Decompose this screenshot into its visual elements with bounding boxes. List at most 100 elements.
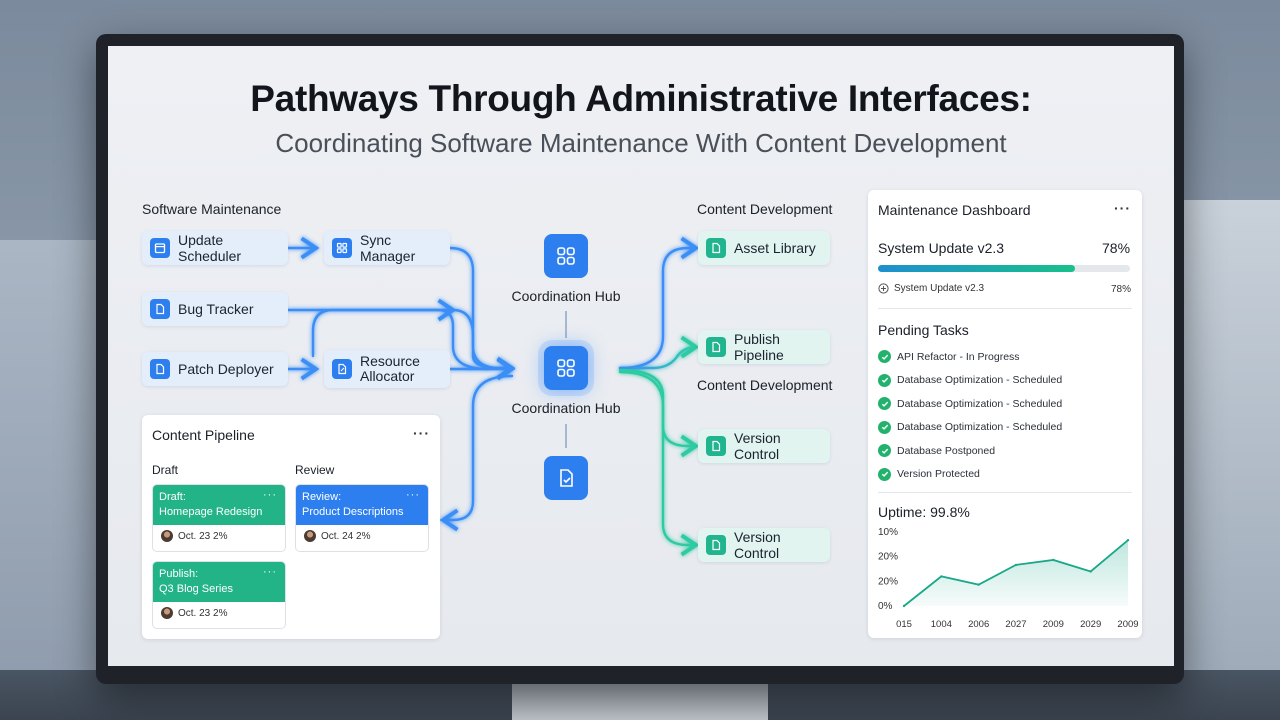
node-asset-library[interactable]: Asset Library [698,231,830,265]
pending-task-item[interactable]: Version Protected [878,467,980,481]
x-tick-label: 2029 [1080,619,1101,630]
avatar [304,530,316,542]
card-more-icon[interactable]: ··· [263,488,277,503]
divider [878,308,1132,309]
link-sync-to-hub [448,246,516,380]
monitor-screen: Pathways Through Administrative Interfac… [108,46,1174,666]
card-footer: Oct. 23 2% [153,525,285,547]
hub-label-top: Coordination Hub [511,288,621,304]
card-header: Review: Product Descriptions ··· [296,485,428,525]
calendar-icon [150,238,170,258]
node-patch-deployer[interactable]: Patch Deployer [142,352,288,386]
update-sub-percent: 78% [1111,284,1132,295]
check-circle-icon [878,420,891,434]
document-icon [706,535,726,555]
node-label: Patch Deployer [178,361,274,377]
update-name: System Update v2.3 [878,240,1005,256]
coordination-hub-center[interactable] [544,346,588,390]
node-label: Update Scheduler [178,232,242,264]
task-label: Version Protected [897,468,980,480]
card-date: Oct. 24 2% [321,530,371,542]
avatar [161,607,173,619]
uptime-chart: 0% 20% 20% 10% 015 1004 2006 2027 2009 2029 2009 [878,527,1138,630]
node-label: Version Control [734,529,781,561]
pipeline-card-draft[interactable]: Draft: Homepage Redesign ··· Oct. 23 2% [152,484,286,552]
node-update-scheduler[interactable]: Update Scheduler [142,231,288,265]
check-circle-icon [878,350,891,363]
update-progress-bar [878,265,1130,272]
room-wall-left [0,240,110,720]
node-sync-manager[interactable]: Sync Manager [324,231,450,265]
link-hub-to-version-2 [618,370,700,557]
hub-label-center: Coordination Hub [511,400,621,416]
uptime-point [977,583,980,586]
apps-icon [557,247,575,265]
node-publish-pipeline[interactable]: Publish Pipeline [698,330,830,364]
node-label: Resource Allocator [360,353,420,384]
task-label: API Refactor - In Progress [897,350,1020,363]
uptime-point [1014,563,1018,567]
node-label: Asset Library [734,240,816,256]
panel-title: Content Pipeline [152,427,255,443]
node-resource-allocator[interactable]: Resource Allocator [324,350,450,388]
card-name: Homepage Redesign [159,506,263,518]
check-circle-icon [878,467,891,481]
apps-icon [557,359,575,377]
info-icon [878,283,889,294]
pipeline-card-review[interactable]: Review: Product Descriptions ··· Oct. 24… [295,484,429,552]
card-stage: Review: [302,491,342,503]
card-name: Q3 Blog Series [159,583,233,595]
update-percent: 78% [1102,240,1131,256]
y-tick-label: 0% [878,601,893,612]
x-tick-label: 2027 [1005,619,1026,630]
document-icon [706,436,726,456]
document-icon [150,299,170,319]
uptime-point [1052,558,1055,562]
node-version-control-2[interactable]: Version Control [698,528,830,562]
card-more-icon[interactable]: ··· [406,488,420,503]
link-bug-to-hub [451,308,514,370]
document-icon [150,359,170,379]
node-bug-tracker[interactable]: Bug Tracker [142,292,288,326]
card-name: Product Descriptions [302,506,404,518]
x-tick-label: 015 [896,619,912,630]
check-circle-icon [878,397,891,410]
update-sub-name: System Update v2.3 [894,283,985,294]
uptime-point [902,604,906,608]
uptime-point [940,575,943,578]
pending-task-item[interactable]: Database Optimization - Scheduled [878,397,1062,410]
maintenance-dashboard-panel: Maintenance Dashboard ··· System Update … [868,190,1142,638]
page-subtitle: Coordinating Software Maintenance With C… [275,128,1007,158]
avatar [161,530,173,542]
room-wall-right [1170,200,1280,720]
pending-task-item[interactable]: Database Postponed [878,444,995,457]
pending-task-item[interactable]: Database Optimization - Scheduled [878,373,1063,387]
task-label: Database Postponed [897,444,996,457]
grid-icon [332,238,352,258]
y-tick-label: 20% [878,576,898,587]
x-tick-label: 2006 [968,619,989,630]
coordination-hub-top[interactable] [544,234,588,278]
node-version-control-1[interactable]: Version Control [698,429,830,463]
card-stage: Publish: [159,568,199,580]
document-icon [706,238,726,258]
pipeline-card-publish[interactable]: Publish: Q3 Blog Series ··· Oct. 23 2% [152,561,286,629]
pending-task-item[interactable]: API Refactor - In Progress [878,350,1020,363]
node-label: Publish Pipeline [734,331,784,363]
more-options-icon[interactable]: ··· [413,425,430,441]
more-options-icon[interactable]: ··· [1114,200,1131,216]
content-pipeline-panel: Content Pipeline ··· Draft Review Draft:… [142,415,440,639]
document-icon [706,337,726,357]
y-tick-label: 10% [878,527,898,538]
card-header: Draft: Homepage Redesign ··· [153,485,285,525]
pending-task-item[interactable]: Database Optimization - Scheduled [878,420,1062,434]
card-footer: Oct. 23 2% [153,602,285,624]
card-more-icon[interactable]: ··· [263,565,277,580]
link-hub-to-pipeline [439,374,514,532]
coordination-hub-bottom[interactable] [544,456,588,500]
update-sub-row: System Update v2.3 [878,283,984,294]
page-title: Pathways Through Administrative Interfac… [250,78,1032,119]
uptime-area [904,540,1128,606]
task-label: Database Optimization - Scheduled [897,374,1063,386]
column-header-review: Review [295,463,335,477]
